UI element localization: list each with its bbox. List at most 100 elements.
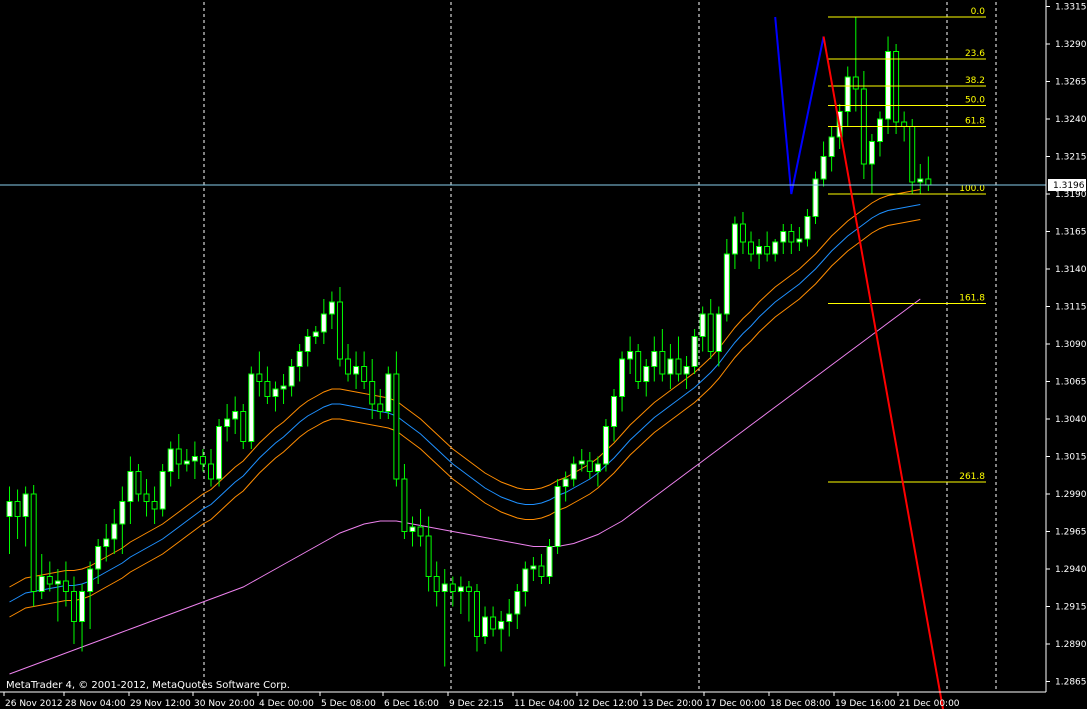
- bull-candle-body: [756, 246, 763, 255]
- bear-candle-body: [748, 241, 755, 255]
- bull-candle-body: [54, 580, 61, 585]
- bull-candle-body: [651, 351, 658, 367]
- price-tick-label: 1.2890: [1055, 640, 1087, 650]
- bear-candle-body: [46, 576, 53, 585]
- bull-candle-body: [578, 460, 585, 465]
- bull-candle-body: [611, 396, 617, 427]
- time-tick-label: 4 Dec 00:00: [259, 699, 314, 709]
- bear-candle-body: [635, 351, 642, 382]
- time-tick-label: 17 Dec 00:00: [705, 699, 766, 709]
- bull-candle-body: [594, 463, 601, 472]
- bull-candle-body: [506, 613, 513, 622]
- time-tick-label: 12 Dec 12:00: [578, 699, 639, 709]
- bear-candle-body: [14, 501, 21, 517]
- bear-candle-body: [893, 51, 900, 123]
- bear-candle-body: [393, 373, 400, 480]
- time-tick-label: 11 Dec 04:00: [514, 699, 575, 709]
- price-tick-label: 1.3290: [1055, 40, 1087, 50]
- bull-candle-body: [224, 418, 231, 427]
- bull-candle-body: [312, 331, 319, 337]
- bear-candle-body: [925, 178, 932, 186]
- bull-candle-body: [643, 366, 650, 382]
- bear-candle-body: [707, 313, 714, 352]
- bull-candle-body: [216, 426, 223, 480]
- bull-candle-body: [522, 568, 529, 592]
- bull-candle-body: [79, 591, 86, 622]
- bull-candle-body: [248, 373, 255, 442]
- price-tick-label: 1.3315: [1055, 3, 1087, 13]
- price-tick-label: 1.2865: [1055, 678, 1087, 688]
- bear-candle-body: [30, 493, 37, 592]
- time-tick-label: 29 Nov 12:00: [130, 699, 191, 709]
- bull-candle-body: [167, 448, 174, 472]
- price-tick-label: 1.2990: [1055, 490, 1087, 500]
- bull-candle-body: [409, 526, 416, 532]
- bull-candle-body: [119, 501, 126, 525]
- time-tick-label: 9 Dec 22:15: [449, 699, 504, 709]
- bull-candle-body: [280, 385, 287, 390]
- bull-candle-body: [917, 178, 924, 183]
- time-tick-label: 28 Nov 04:00: [65, 699, 126, 709]
- bear-candle-body: [538, 565, 545, 577]
- bear-candle-body: [369, 381, 376, 405]
- price-tick-label: 1.3015: [1055, 453, 1087, 463]
- bear-candle-body: [417, 526, 424, 537]
- bear-candle-body: [264, 381, 271, 397]
- bull-candle-body: [288, 366, 295, 387]
- fib-level-label: 23.6: [965, 49, 985, 59]
- bear-candle-body: [377, 403, 384, 412]
- bull-candle-body: [699, 313, 706, 337]
- bull-candle-body: [353, 366, 360, 375]
- price-tick-label: 1.3140: [1055, 265, 1087, 275]
- bull-candle-body: [715, 313, 722, 352]
- price-tick-label: 1.3190: [1055, 190, 1087, 200]
- fib-level-label: 0.0: [971, 7, 986, 17]
- bear-candle-body: [62, 580, 69, 592]
- bear-candle-body: [909, 126, 916, 183]
- bear-candle-body: [433, 576, 440, 592]
- bear-candle-body: [208, 463, 214, 480]
- price-tick-label: 1.3240: [1055, 115, 1087, 125]
- price-tick-label: 1.3165: [1055, 228, 1087, 238]
- bear-candle-body: [240, 411, 247, 442]
- bear-candle-body: [490, 616, 497, 630]
- bull-candle-body: [570, 463, 577, 480]
- bull-candle-body: [723, 253, 730, 315]
- bull-candle-body: [876, 118, 883, 142]
- bear-candle-body: [143, 493, 150, 502]
- bear-candle-body: [401, 478, 408, 532]
- price-tick-label: 1.3115: [1055, 303, 1087, 313]
- bull-candle-body: [296, 351, 303, 367]
- bull-candle-body: [530, 565, 537, 570]
- bull-candle-body: [232, 411, 239, 420]
- bull-candle-body: [22, 493, 29, 517]
- price-tick-label: 1.3090: [1055, 340, 1087, 350]
- bull-candle-body: [868, 141, 875, 165]
- time-tick-label: 18 Dec 08:00: [770, 699, 831, 709]
- price-tick-label: 1.3065: [1055, 378, 1087, 388]
- time-tick-label: 19 Dec 16:00: [835, 699, 896, 709]
- fib-level-label: 261.8: [959, 472, 985, 482]
- bear-candle-body: [336, 301, 343, 360]
- time-tick-label: 26 Nov 2012: [5, 699, 63, 709]
- bear-candle-body: [70, 591, 77, 622]
- bear-candle-body: [361, 366, 368, 382]
- fib-level-label: 38.2: [965, 76, 985, 86]
- bull-candle-body: [844, 76, 851, 112]
- bull-candle-body: [562, 478, 569, 487]
- bear-candle-body: [473, 591, 480, 637]
- bull-candle-body: [546, 546, 553, 577]
- bear-candle-body: [586, 460, 593, 472]
- current-price-label: 1.3196: [1053, 181, 1085, 191]
- bull-candle-body: [772, 241, 779, 255]
- bull-candle-body: [731, 223, 738, 255]
- bull-candle-body: [514, 591, 521, 615]
- bull-candle-body: [691, 336, 698, 367]
- price-chart[interactable]: 0.023.638.250.061.8100.0161.8261.8 1.331…: [0, 0, 1087, 709]
- bull-candle-body: [272, 388, 279, 397]
- bull-candle-body: [627, 351, 634, 360]
- bull-candle-body: [6, 501, 13, 517]
- bull-candle-body: [619, 358, 626, 397]
- bear-candle-body: [901, 121, 908, 127]
- bear-candle-body: [345, 358, 352, 375]
